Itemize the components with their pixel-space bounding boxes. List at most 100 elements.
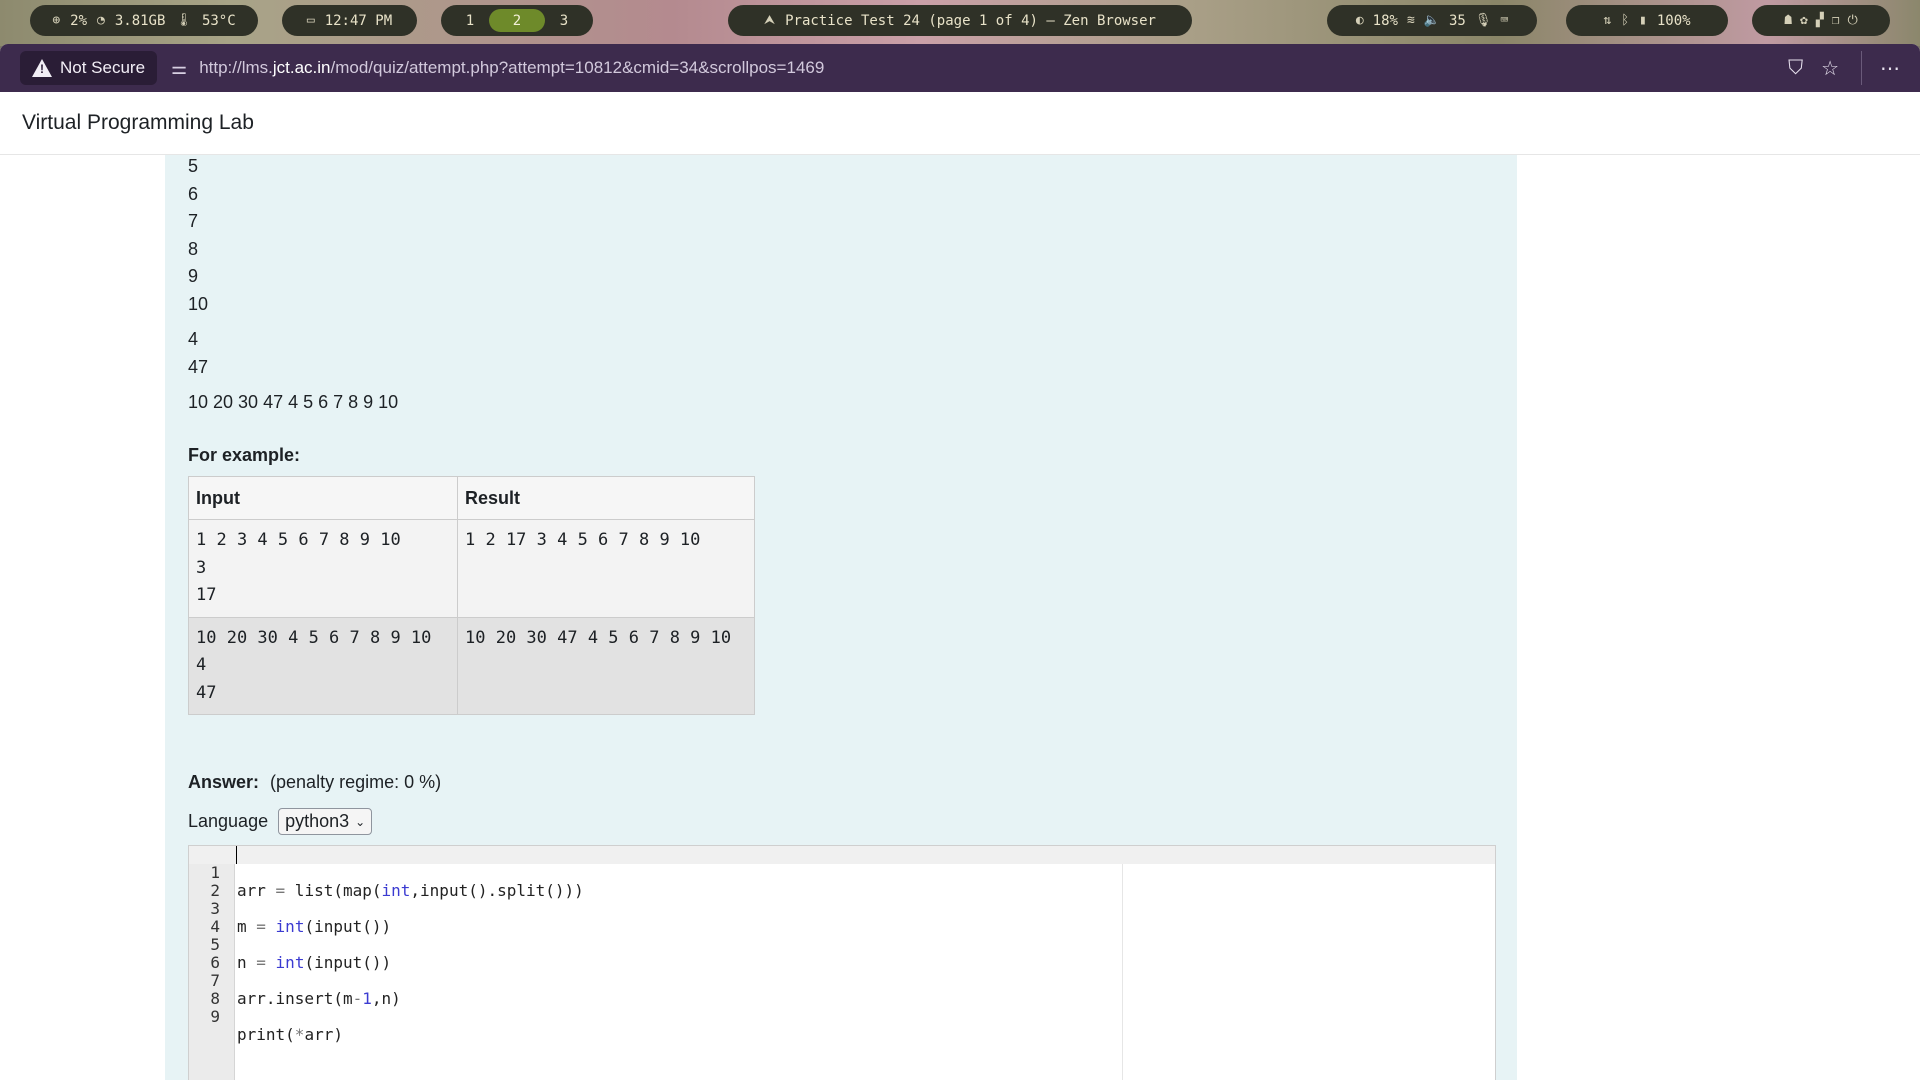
page-content: 5 6 7 8 9 10 4 47 10 20 30 47 4 5 6 7 8 … bbox=[0, 155, 1920, 1080]
code-line[interactable]: 8 bbox=[189, 972, 285, 1008]
text-line: 4 bbox=[188, 329, 199, 349]
temperature-value: 53°C bbox=[201, 12, 236, 29]
battery-value: 100% bbox=[1656, 12, 1691, 29]
url-path: /mod/quiz/attempt.php?attempt=10812&cmid… bbox=[330, 58, 825, 77]
microphone-icon[interactable]: 🎙 bbox=[1475, 13, 1492, 28]
answer-label: Answer: bbox=[188, 772, 260, 792]
volume-icon[interactable]: 🔈 bbox=[1424, 13, 1440, 28]
thermometer-icon: 🌡 bbox=[175, 13, 192, 28]
warning-icon bbox=[32, 59, 52, 77]
controls-pill[interactable]: ◐ 18% ≋ 🔈 35 🎙 ⌨ bbox=[1327, 5, 1537, 36]
input-cell: 10 20 30 4 5 6 7 8 9 10 4 47 bbox=[188, 616, 458, 715]
code-line[interactable]: 6 bbox=[189, 936, 285, 972]
session-pill: ☗ ✿ ▞ ❐ ⏻ bbox=[1752, 5, 1890, 36]
text-line: 47 bbox=[188, 356, 209, 377]
memory-icon: ◔ bbox=[97, 13, 105, 28]
workspace-2[interactable]: 2 bbox=[489, 9, 545, 32]
code-text: print(*arr) bbox=[237, 1025, 343, 1044]
workspace-switcher: 1 2 3 bbox=[441, 5, 593, 36]
result-cell: 10 20 30 47 4 5 6 7 8 9 10 bbox=[457, 616, 755, 715]
code-line[interactable]: 4 bbox=[189, 900, 285, 936]
table-row: 10 20 30 4 5 6 7 8 9 10 4 47 10 20 30 47… bbox=[188, 616, 755, 715]
print-margin bbox=[1122, 846, 1123, 1080]
cpu-value: 2% bbox=[70, 12, 88, 29]
browser-window: Not Secure ⚌ http://lms.jct.ac.in/mod/qu… bbox=[0, 44, 1920, 1080]
brightness-value: 18% bbox=[1372, 12, 1398, 29]
app-icon: ⮝ bbox=[764, 13, 776, 28]
site-settings-icon[interactable]: ⚌ bbox=[171, 58, 187, 79]
code-editor[interactable]: 1 arr = list(map(int,input().split())) 2… bbox=[188, 845, 1496, 1080]
text-line: 10 bbox=[188, 293, 209, 314]
code-line[interactable]: 2 bbox=[189, 864, 285, 900]
table-row: 1 2 3 4 5 6 7 8 9 10 3 17 1 2 17 3 4 5 6… bbox=[188, 519, 755, 618]
shield-icon[interactable]: ⛉ bbox=[1788, 57, 1803, 80]
divider bbox=[1861, 51, 1862, 85]
workspace-3[interactable]: 3 bbox=[549, 9, 579, 32]
result-cell: 1 2 17 3 4 5 6 7 8 9 10 bbox=[457, 519, 755, 618]
code-line[interactable]: 1 arr = list(map(int,input().split())) bbox=[189, 846, 1495, 900]
input-cell: 1 2 3 4 5 6 7 8 9 10 3 17 bbox=[188, 519, 458, 618]
code-text: arr = list(map(int,input().split())) bbox=[237, 881, 584, 900]
layout-icon[interactable]: ▞ bbox=[1816, 13, 1824, 28]
text-line: 5 bbox=[188, 156, 199, 176]
text-line: 8 bbox=[188, 238, 199, 259]
clipboard-icon[interactable]: ❐ bbox=[1832, 13, 1840, 28]
volume-value: 35 bbox=[1448, 12, 1466, 29]
monitor-icon: ▭ bbox=[306, 13, 315, 28]
system-stats-pill[interactable]: ⊕ 2% ◔ 3.81GB 🌡 53°C bbox=[30, 5, 258, 36]
answer-label-row: Answer: (penalty regime: 0 %) bbox=[188, 772, 441, 793]
column-header-result: Result bbox=[457, 476, 755, 520]
url-prefix: http://lms. bbox=[199, 58, 273, 77]
wifi-icon[interactable]: ≋ bbox=[1407, 13, 1415, 28]
palette-icon[interactable]: ✿ bbox=[1800, 13, 1808, 28]
text-line: 6 bbox=[188, 183, 199, 204]
url-field[interactable]: http://lms.jct.ac.in/mod/quiz/attempt.ph… bbox=[199, 58, 1788, 78]
code-line[interactable]: 5 n = int(input()) bbox=[189, 918, 391, 972]
clock-pill[interactable]: ▭ 12:47 PM bbox=[282, 5, 417, 36]
language-label: Language bbox=[188, 811, 269, 831]
example-heading: For example: bbox=[188, 445, 301, 465]
code-line[interactable]: 3 m = int(input()) bbox=[189, 882, 391, 936]
cpu-icon: ⊕ bbox=[52, 13, 61, 28]
urlbar-actions: ⛉ ☆ ⋯ bbox=[1788, 51, 1920, 85]
security-indicator[interactable]: Not Secure bbox=[20, 51, 158, 85]
battery-icon: ▮ bbox=[1639, 13, 1647, 28]
workspace-1[interactable]: 1 bbox=[455, 9, 485, 32]
language-select[interactable]: python3 ⌄ bbox=[278, 808, 373, 835]
text-line: 9 bbox=[188, 266, 199, 286]
question-panel: 5 6 7 8 9 10 4 47 10 20 30 47 4 5 6 7 8 … bbox=[165, 155, 1517, 1080]
network-icon[interactable]: ⇅ bbox=[1603, 13, 1611, 28]
example-table: Input Result 1 2 3 4 5 6 7 8 9 10 3 17 1… bbox=[188, 476, 755, 715]
brightness-icon: ◐ bbox=[1355, 13, 1364, 28]
language-row: Language python3 ⌄ bbox=[188, 808, 373, 835]
clock-time: 12:47 PM bbox=[324, 12, 393, 29]
more-menu-icon[interactable]: ⋯ bbox=[1880, 56, 1900, 81]
code-line[interactable]: 9 print(*arr) bbox=[189, 990, 343, 1044]
site-header: Virtual Programming Lab bbox=[0, 92, 1920, 155]
column-header-input: Input bbox=[188, 476, 458, 520]
line-number: 9 bbox=[210, 1007, 220, 1026]
window-title-pill[interactable]: ⮝ Practice Test 24 (page 1 of 4) — Zen Br… bbox=[728, 5, 1192, 36]
url-bar: Not Secure ⚌ http://lms.jct.ac.in/mod/qu… bbox=[0, 44, 1920, 92]
bookmark-star-icon[interactable]: ☆ bbox=[1821, 56, 1839, 81]
chevron-down-icon: ⌄ bbox=[355, 814, 366, 829]
power-icon[interactable]: ⏻ bbox=[1848, 13, 1858, 28]
code-line[interactable]: 7 arr.insert(m-1,n) bbox=[189, 954, 400, 1008]
keyboard-icon[interactable]: ⌨ bbox=[1500, 13, 1508, 28]
question-text: 5 6 7 8 9 10 4 47 10 20 30 47 4 5 6 7 8 … bbox=[188, 153, 398, 417]
penalty-text: (penalty regime: 0 %) bbox=[270, 772, 442, 792]
bluetooth-icon[interactable]: ᛒ bbox=[1621, 13, 1629, 28]
text-line: 7 bbox=[188, 211, 199, 231]
text-cursor bbox=[236, 846, 237, 864]
tray-pill[interactable]: ⇅ ᛒ ▮ 100% bbox=[1566, 5, 1728, 36]
ghost-icon[interactable]: ☗ bbox=[1784, 13, 1792, 28]
window-title: Practice Test 24 (page 1 of 4) — Zen Bro… bbox=[785, 12, 1156, 29]
url-host: jct.ac.in bbox=[272, 58, 331, 77]
text-line: 10 20 30 47 4 5 6 7 8 9 10 bbox=[188, 392, 399, 412]
language-value: python3 bbox=[285, 811, 350, 831]
site-title[interactable]: Virtual Programming Lab bbox=[22, 111, 254, 135]
security-label: Not Secure bbox=[60, 58, 146, 77]
memory-value: 3.81GB bbox=[114, 12, 166, 29]
